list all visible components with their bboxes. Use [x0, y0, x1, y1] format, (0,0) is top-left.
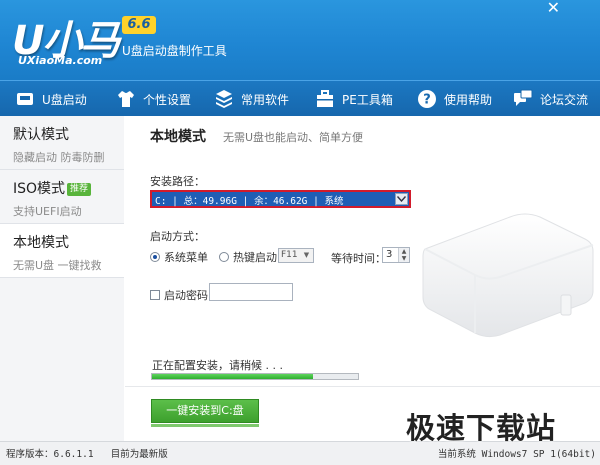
- boot-password-checkbox[interactable]: 启动密码: [150, 287, 208, 303]
- install-progress-bar: [151, 373, 359, 380]
- toolbox-icon: [314, 88, 336, 110]
- page-subtitle: 无需U盘也能启动、简单方便: [223, 131, 364, 144]
- main-toolbar: U盘启动 个性设置 常用软件 PE工具箱 ? 使用帮助 论坛交流: [0, 80, 600, 116]
- recommend-badge: 推荐: [67, 183, 92, 196]
- usb-drive-icon: [14, 88, 36, 110]
- mode-sidebar: 默认模式 隐藏启动 防毒防删 ISO模式 推荐 支持UEFI启动 本地模式 无需U…: [0, 116, 124, 441]
- sidebar-item-local-mode[interactable]: 本地模式 无需U盘 一键找救: [0, 224, 124, 278]
- install-status-text: 正在配置安装，请稍候 . . .: [152, 359, 283, 372]
- install-path-label: 安装路径：: [150, 175, 205, 188]
- radio-dot[interactable]: [219, 252, 229, 262]
- toolbar-label: U盘启动: [42, 92, 87, 107]
- radio-label: 热键启动: [233, 251, 277, 264]
- install-to-c-button[interactable]: 一键安装到C:盘: [151, 399, 259, 423]
- toolbar-item-pe-toolbox[interactable]: PE工具箱: [314, 81, 393, 117]
- wait-time-label: 等待时间：: [331, 252, 386, 265]
- toolbar-item-help[interactable]: ? 使用帮助: [416, 81, 492, 117]
- version-badge: 6.6: [122, 16, 156, 34]
- radio-system-menu[interactable]: 系统菜单: [150, 249, 208, 265]
- page-title: 本地模式: [150, 129, 206, 145]
- toolbar-label: 常用软件: [241, 92, 290, 107]
- help-icon: ?: [416, 88, 438, 110]
- app-tagline: U盘启动盘制作工具: [122, 44, 227, 58]
- local-mode-panel: 本地模式 无需U盘也能启动、简单方便 安装路径： C: | 总：49.96G |…: [125, 116, 600, 441]
- stepper-arrows-icon[interactable]: ▲ ▼: [398, 248, 409, 262]
- sidebar-item-default-mode[interactable]: 默认模式 隐藏启动 防毒防删: [0, 116, 124, 170]
- sidebar-inactive-bg: [0, 278, 124, 441]
- sidebar-item-subtitle: 支持UEFI启动: [13, 205, 82, 218]
- toolbar-label: PE工具箱: [342, 92, 393, 107]
- version-label: 程序版本：: [6, 449, 54, 460]
- shirt-icon: [115, 88, 137, 110]
- chevron-down-icon: ▼: [303, 251, 310, 259]
- system-label: 当前系统: [437, 449, 476, 460]
- hotkey-select[interactable]: F11 ▼: [278, 248, 314, 263]
- sidebar-item-subtitle: 无需U盘 一键找救: [13, 259, 102, 272]
- toolbar-label: 个性设置: [143, 92, 192, 107]
- boot-password-input[interactable]: [209, 283, 293, 301]
- checkbox-box[interactable]: [150, 290, 160, 300]
- software-icon: [213, 88, 235, 110]
- boot-mode-label: 启动方式：: [150, 230, 205, 243]
- close-icon[interactable]: ✕: [547, 0, 560, 16]
- site-watermark: 极速下载站: [406, 411, 557, 445]
- progress-fill: [152, 374, 313, 379]
- toolbar-item-software[interactable]: 常用软件: [213, 81, 289, 117]
- app-header: U小马 UXiaoMa.com 6.6 U盘启动盘制作工具 ✕: [0, 0, 600, 80]
- chat-icon: [512, 88, 534, 110]
- hard-drive-illustration: [422, 213, 594, 338]
- app-logo: U小马 UXiaoMa.com: [12, 8, 122, 74]
- sidebar-item-title: 本地模式: [13, 235, 69, 251]
- wait-time-stepper[interactable]: 3 ▲ ▼: [382, 247, 410, 263]
- sidebar-item-iso-mode[interactable]: ISO模式 推荐 支持UEFI启动: [0, 170, 124, 224]
- radio-label: 系统菜单: [164, 251, 208, 264]
- update-status: 目前为最新版: [110, 449, 168, 460]
- install-path-select[interactable]: C: | 总：49.96G | 余：46.62G | 系统: [150, 190, 411, 208]
- toolbar-label: 使用帮助: [444, 92, 493, 107]
- wait-time-value: 3: [386, 249, 393, 260]
- system-value: Windows7 SP 1(64bit): [481, 449, 596, 460]
- toolbar-label: 论坛交流: [540, 92, 589, 107]
- footer-left: 程序版本：6.6.1.1 目前为最新版: [6, 446, 168, 460]
- divider: [125, 386, 600, 387]
- button-underline: [151, 424, 259, 427]
- chevron-down-icon[interactable]: [395, 193, 408, 205]
- install-path-value: C: | 总：49.96G | 余：46.62G | 系统: [155, 196, 344, 207]
- toolbar-item-personalize[interactable]: 个性设置: [115, 81, 191, 117]
- logo-subtext: UXiaoMa.com: [18, 54, 103, 67]
- toolbar-item-forum[interactable]: 论坛交流: [512, 81, 588, 117]
- footer-right: 当前系统 Windows7 SP 1(64bit): [438, 446, 596, 460]
- radio-dot[interactable]: [150, 252, 160, 262]
- checkbox-label: 启动密码: [164, 289, 208, 302]
- hotkey-value: F11: [281, 250, 298, 260]
- toolbar-item-usb-boot[interactable]: U盘启动: [14, 81, 87, 117]
- radio-hotkey-boot[interactable]: 热键启动: [219, 249, 277, 265]
- sidebar-item-title: ISO模式: [13, 181, 66, 197]
- sidebar-item-title: 默认模式: [13, 127, 69, 143]
- svg-text:?: ?: [423, 93, 431, 108]
- version-value: 6.6.1.1: [53, 449, 94, 460]
- sidebar-item-subtitle: 隐藏启动 防毒防删: [13, 151, 105, 164]
